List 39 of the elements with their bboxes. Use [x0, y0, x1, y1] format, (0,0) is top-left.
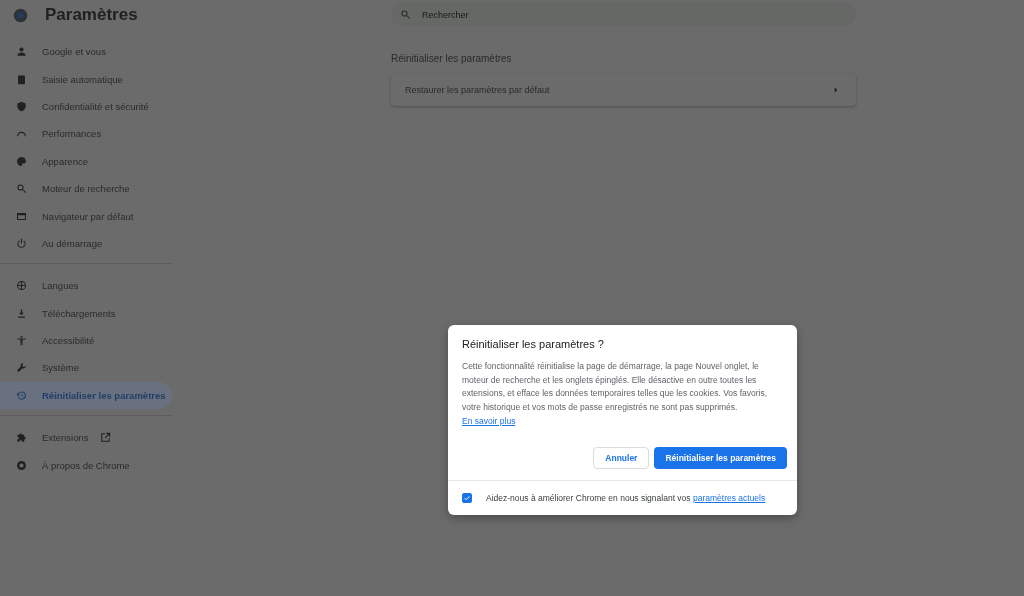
reset-button[interactable]: Réinitialiser les paramètres [654, 446, 787, 469]
browser-icon [16, 210, 27, 222]
download-icon [16, 307, 27, 319]
sidebar-item[interactable]: Réinitialiser les paramètres [0, 381, 172, 410]
current-settings-link[interactable]: paramètres actuels [692, 492, 766, 503]
cancel-button[interactable]: Annuler [593, 446, 650, 469]
sidebar-item[interactable]: Langues [0, 272, 172, 300]
palette-icon [16, 155, 27, 167]
report-checkbox[interactable] [462, 492, 472, 503]
sidebar-item[interactable]: Téléchargements [0, 299, 172, 327]
wrench-icon [16, 362, 27, 374]
learn-more-link[interactable]: En savoir plus [462, 415, 516, 426]
search-icon [400, 9, 411, 20]
dialog-description: Cette fonctionnalité réinitialise la page de démarrage, la page Nouvel onglet, le moteur de recherche et les onglets épinglés. Elle désactive en outre toutes les extensions, et efface les données temporaires telles que les cookies. Vos favoris, votre historique et vos mots de passe enregistrés ne sont pas supprimés. En savoir plus [462, 360, 769, 428]
accessibility-icon [16, 335, 27, 347]
power-icon [16, 237, 27, 249]
sidebar-item[interactable]: Google et vous [0, 38, 172, 66]
chrome-logo-icon [13, 7, 28, 23]
sidebar-item[interactable]: Moteur de recherche [0, 174, 172, 203]
search-field[interactable]: Rechercher [391, 2, 856, 27]
dialog-title: Réinitialiser les paramètres ? [461, 337, 605, 350]
globe-icon [16, 280, 27, 292]
sidebar-item[interactable]: Confidentialité et sécurité [0, 92, 172, 121]
sidebar-item[interactable]: Au démarrage [0, 229, 172, 258]
sidebar-item[interactable]: Saisie automatique [0, 65, 172, 93]
sidebar-item[interactable]: Apparence [0, 147, 172, 175]
shield-icon [16, 100, 27, 112]
caret-icon [834, 87, 838, 93]
sidebar-item[interactable]: Performances [0, 120, 172, 148]
app-title: Paramètres [45, 5, 138, 25]
puzzle-icon [16, 432, 27, 444]
sidebar-item[interactable]: Système [0, 354, 172, 382]
sidebar-item[interactable]: Extensions [0, 424, 172, 452]
report-label: Aidez-nous à améliorer Chrome en nous signalant vos paramètres actuels [486, 492, 766, 503]
person-icon [16, 46, 27, 58]
sidebar-item[interactable]: Accessibilité [0, 326, 172, 355]
search-icon [16, 183, 27, 195]
sidebar-item[interactable]: Navigateur par défaut [0, 202, 172, 230]
history-icon [16, 389, 27, 401]
